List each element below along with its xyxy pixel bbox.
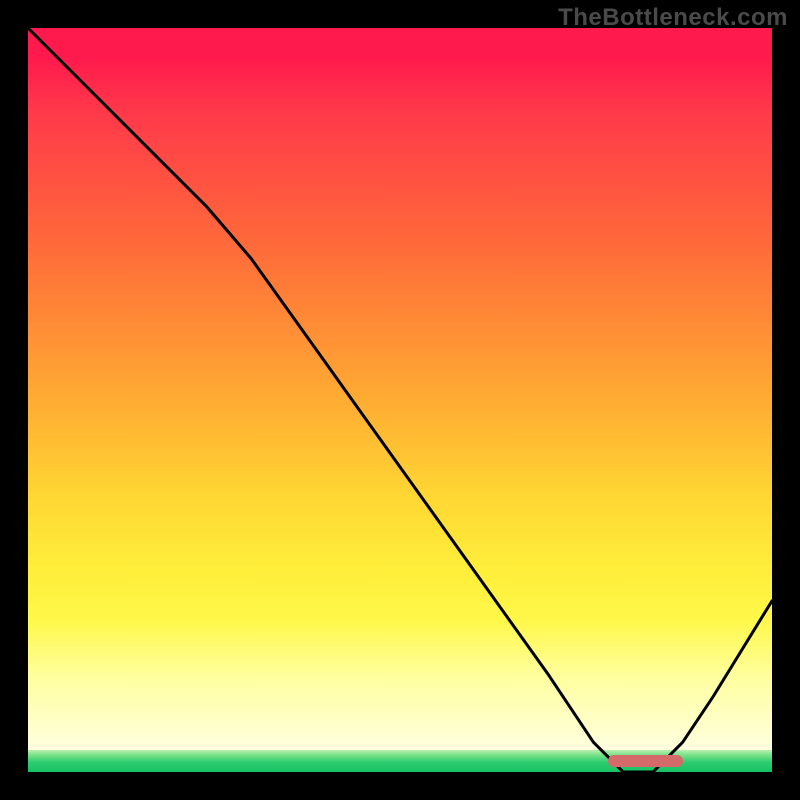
curve-layer — [28, 28, 772, 772]
optimal-range-bar — [608, 755, 682, 767]
watermark-text: TheBottleneck.com — [558, 4, 788, 32]
chart-frame: TheBottleneck.com — [0, 0, 800, 800]
bottleneck-curve — [28, 28, 772, 772]
plot-area — [28, 28, 772, 772]
